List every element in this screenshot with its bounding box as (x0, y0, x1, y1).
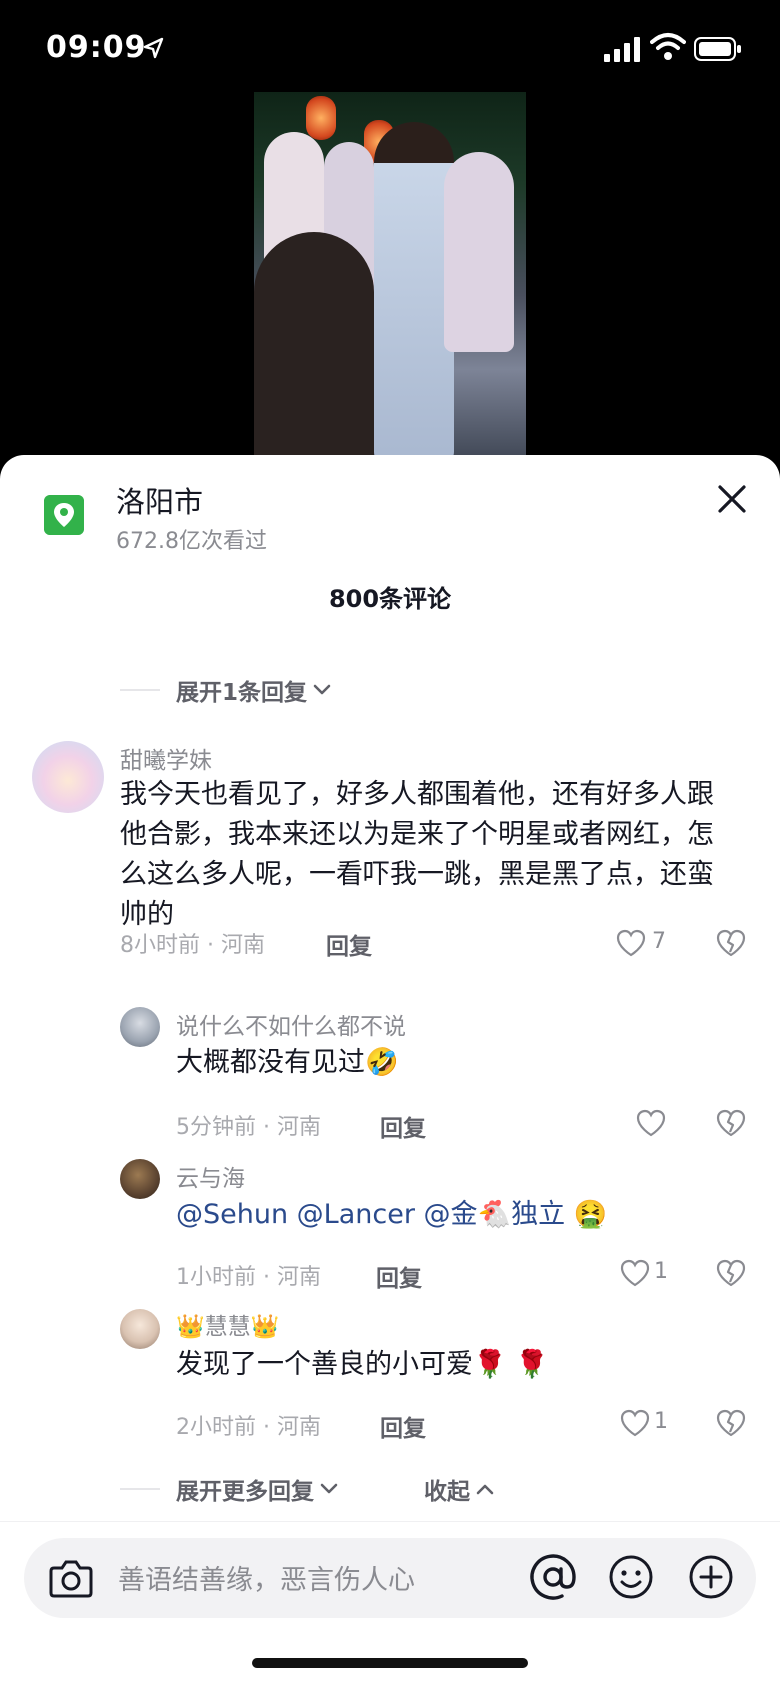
reply-author-name: 慧慧 (204, 1314, 251, 1340)
chevron-down-icon (320, 1483, 338, 1494)
heart-icon[interactable] (620, 1259, 650, 1287)
chicken-emoji: 🐔 (477, 1199, 512, 1230)
like-count: 1 (654, 1259, 668, 1284)
map-pin-icon[interactable] (44, 495, 84, 535)
reply-text-body: 大概都没有见过 (176, 1047, 365, 1078)
reply-text: 发现了一个善良的小可爱🌹 🌹 (176, 1345, 549, 1385)
comment-meta: 8小时前 · 河南 (120, 933, 265, 958)
home-indicator[interactable] (252, 1658, 528, 1668)
battery-icon (694, 37, 741, 61)
reply-button[interactable]: 回复 (380, 1109, 426, 1143)
wifi-icon (650, 33, 686, 60)
heart-icon[interactable] (616, 929, 646, 957)
reply-meta: 2小时前 · 河南 (176, 1415, 321, 1440)
heart-icon[interactable] (636, 1109, 666, 1137)
reply-author[interactable]: 说什么不如什么都不说 (176, 1007, 406, 1041)
reply-author[interactable]: 👑慧慧👑 (176, 1307, 279, 1341)
at-icon[interactable] (528, 1552, 578, 1602)
avatar[interactable] (32, 741, 104, 813)
comment-placeholder: 善语结善缘，恶言伤人心 (118, 1565, 415, 1596)
reply-text-body: 发现了一个善良的小可爱 (176, 1349, 473, 1380)
divider-line (120, 689, 160, 691)
broken-heart-icon[interactable] (716, 1108, 746, 1138)
chevron-up-icon (476, 1484, 494, 1495)
comment-input[interactable]: 善语结善缘，恶言伤人心 (24, 1538, 756, 1618)
crown-emoji: 👑 (176, 1314, 205, 1340)
reply-author[interactable]: 云与海 (176, 1159, 245, 1193)
location-name[interactable]: 洛阳市 (116, 479, 203, 521)
reply-button[interactable]: 回复 (380, 1409, 426, 1443)
comment-author[interactable]: 甜曦学妹 (120, 741, 212, 775)
avatar[interactable] (120, 1309, 160, 1349)
plus-icon[interactable] (688, 1554, 734, 1600)
divider-line (120, 1488, 160, 1490)
comment-count: 800条评论 (328, 585, 452, 613)
smiley-icon[interactable] (608, 1554, 654, 1600)
comment-sheet: 洛阳市 672.8亿次看过 800条评论 展开1条回复 甜曦学妹 我今天也看见了… (0, 455, 780, 1688)
location-arrow-icon (143, 37, 164, 59)
reply-text: @Sehun @Lancer @金🐔独立 🤮 (176, 1195, 607, 1235)
sick-emoji: 🤮 (573, 1199, 608, 1230)
avatar[interactable] (120, 1007, 160, 1047)
camera-icon[interactable] (48, 1556, 94, 1600)
status-bar: 09:09 (0, 0, 780, 100)
broken-heart-icon[interactable] (716, 1258, 746, 1288)
reply-button[interactable]: 回复 (326, 927, 372, 961)
reply-meta: 5分钟前 · 河南 (176, 1115, 321, 1140)
location-views: 672.8亿次看过 (116, 529, 267, 554)
status-time: 09:09 (46, 30, 147, 65)
broken-heart-icon[interactable] (716, 1408, 746, 1438)
broken-heart-icon[interactable] (716, 928, 746, 958)
like-count: 1 (654, 1409, 668, 1434)
close-icon[interactable] (714, 481, 750, 517)
collapse-replies[interactable]: 收起 (424, 1469, 496, 1509)
comment-text: 我今天也看见了，好多人都围着他，还有好多人跟他合影，我本来还以为是来了个明星或者… (120, 779, 714, 930)
collapse-label: 收起 (424, 1479, 470, 1505)
chevron-down-icon (313, 684, 331, 695)
crown-emoji: 👑 (250, 1314, 280, 1340)
mention-tail[interactable]: 独立 (511, 1199, 565, 1230)
expand-replies-toggle[interactable]: 展开1条回复 (120, 670, 333, 710)
rose-emoji: 🌹 🌹 (473, 1349, 549, 1380)
reply-meta: 1小时前 · 河南 (176, 1265, 321, 1290)
expand-more-replies[interactable]: 展开更多回复 (120, 1469, 340, 1509)
laughing-emoji: 🤣 (365, 1047, 399, 1078)
mention-links[interactable]: @Sehun @Lancer @金 (176, 1199, 478, 1230)
expand-replies-label: 展开1条回复 (176, 680, 308, 706)
cellular-signal-icon (604, 37, 640, 62)
reply-button[interactable]: 回复 (376, 1259, 422, 1293)
reply-text: 大概都没有见过🤣 (176, 1043, 399, 1083)
heart-icon[interactable] (620, 1409, 650, 1437)
avatar[interactable] (120, 1159, 160, 1199)
video-frame[interactable] (254, 92, 526, 462)
like-count: 7 (652, 929, 666, 954)
expand-more-label: 展开更多回复 (176, 1479, 314, 1505)
